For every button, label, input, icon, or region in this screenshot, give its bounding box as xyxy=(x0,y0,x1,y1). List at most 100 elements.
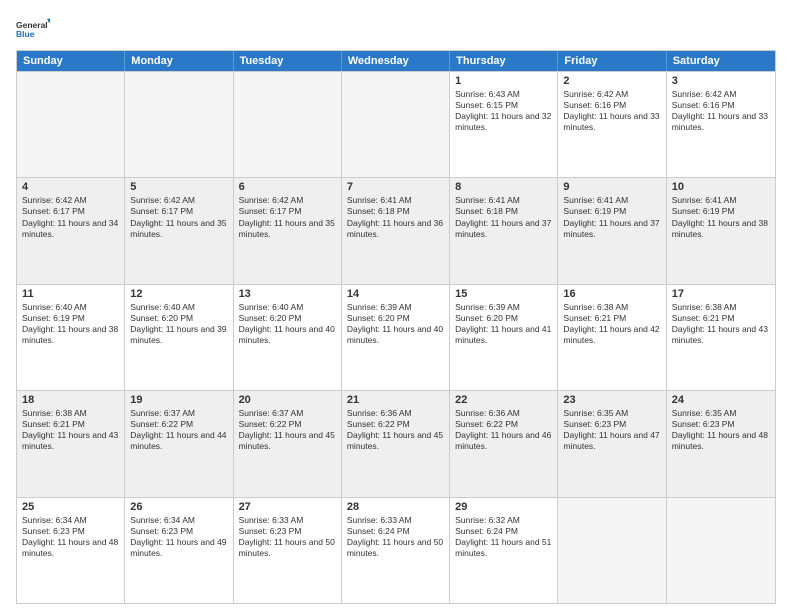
cell-day-number: 21 xyxy=(347,394,444,406)
cell-info: Sunrise: 6:36 AMSunset: 6:22 PMDaylight:… xyxy=(347,408,444,452)
cal-cell xyxy=(667,498,775,603)
cal-cell: 10 Sunrise: 6:41 AMSunset: 6:19 PMDayligh… xyxy=(667,178,775,283)
cell-info: Sunrise: 6:39 AMSunset: 6:20 PMDaylight:… xyxy=(347,302,444,346)
cal-cell: 11 Sunrise: 6:40 AMSunset: 6:19 PMDayligh… xyxy=(17,285,125,390)
logo-svg: General Blue xyxy=(16,12,50,46)
cell-info: Sunrise: 6:38 AMSunset: 6:21 PMDaylight:… xyxy=(672,302,770,346)
cal-cell: 9 Sunrise: 6:41 AMSunset: 6:19 PMDaylight… xyxy=(558,178,666,283)
cal-header-cell-wednesday: Wednesday xyxy=(342,51,450,71)
cell-info: Sunrise: 6:41 AMSunset: 6:18 PMDaylight:… xyxy=(347,195,444,239)
cal-cell: 8 Sunrise: 6:41 AMSunset: 6:18 PMDaylight… xyxy=(450,178,558,283)
cell-info: Sunrise: 6:40 AMSunset: 6:19 PMDaylight:… xyxy=(22,302,119,346)
cell-day-number: 19 xyxy=(130,394,227,406)
cell-info: Sunrise: 6:33 AMSunset: 6:23 PMDaylight:… xyxy=(239,515,336,559)
cal-cell: 5Sunrise: 6:42 AMSunset: 6:17 PMDaylight… xyxy=(125,178,233,283)
logo: General Blue xyxy=(16,12,50,46)
cal-header-cell-sunday: Sunday xyxy=(17,51,125,71)
cal-cell: 27 Sunrise: 6:33 AMSunset: 6:23 PMDayligh… xyxy=(234,498,342,603)
cal-cell xyxy=(234,72,342,177)
cell-day-number: 27 xyxy=(239,501,336,513)
cell-day-number: 3 xyxy=(672,75,770,87)
cal-row-3: 18Sunrise: 6:38 AMSunset: 6:21 PMDayligh… xyxy=(17,390,775,496)
cal-cell: 14 Sunrise: 6:39 AMSunset: 6:20 PMDayligh… xyxy=(342,285,450,390)
cal-cell: 17 Sunrise: 6:38 AMSunset: 6:21 PMDayligh… xyxy=(667,285,775,390)
cal-row-4: 25 Sunrise: 6:34 AMSunset: 6:23 PMDayligh… xyxy=(17,497,775,603)
cell-day-number: 2 xyxy=(563,75,660,87)
cell-day-number: 8 xyxy=(455,181,552,193)
calendar: SundayMondayTuesdayWednesdayThursdayFrid… xyxy=(16,50,776,604)
cell-info: Sunrise: 6:35 AMSunset: 6:23 PMDaylight:… xyxy=(672,408,770,452)
cell-day-number: 11 xyxy=(22,288,119,300)
cell-info: Sunrise: 6:42 AMSunset: 6:16 PMDaylight:… xyxy=(563,89,660,133)
cal-cell: 23 Sunrise: 6:35 AMSunset: 6:23 PMDayligh… xyxy=(558,391,666,496)
calendar-body: 1Sunrise: 6:43 AMSunset: 6:15 PMDaylight… xyxy=(17,71,775,603)
cal-header-cell-tuesday: Tuesday xyxy=(234,51,342,71)
cal-header-cell-friday: Friday xyxy=(558,51,666,71)
cell-info: Sunrise: 6:33 AMSunset: 6:24 PMDaylight:… xyxy=(347,515,444,559)
cal-cell: 2 Sunrise: 6:42 AMSunset: 6:16 PMDaylight… xyxy=(558,72,666,177)
cal-cell: 21 Sunrise: 6:36 AMSunset: 6:22 PMDayligh… xyxy=(342,391,450,496)
cell-info: Sunrise: 6:41 AMSunset: 6:19 PMDaylight:… xyxy=(672,195,770,239)
cell-day-number: 9 xyxy=(563,181,660,193)
cell-day-number: 1 xyxy=(455,75,552,87)
cell-info: Sunrise: 6:41 AMSunset: 6:18 PMDaylight:… xyxy=(455,195,552,239)
cal-cell: 12 Sunrise: 6:40 AMSunset: 6:20 PMDayligh… xyxy=(125,285,233,390)
cell-info: Sunrise: 6:36 AMSunset: 6:22 PMDaylight:… xyxy=(455,408,552,452)
cell-info: Sunrise: 6:37 AMSunset: 6:22 PMDaylight:… xyxy=(239,408,336,452)
cell-info: Sunrise: 6:40 AMSunset: 6:20 PMDaylight:… xyxy=(130,302,227,346)
cal-row-1: 4 Sunrise: 6:42 AMSunset: 6:17 PMDaylight… xyxy=(17,177,775,283)
cell-info: Sunrise: 6:35 AMSunset: 6:23 PMDaylight:… xyxy=(563,408,660,452)
cal-cell: 1Sunrise: 6:43 AMSunset: 6:15 PMDaylight… xyxy=(450,72,558,177)
page: General Blue SundayMondayTuesdayWednesda… xyxy=(0,0,792,612)
cell-info: Sunrise: 6:39 AMSunset: 6:20 PMDaylight:… xyxy=(455,302,552,346)
svg-text:Blue: Blue xyxy=(16,29,35,39)
cal-cell: 22 Sunrise: 6:36 AMSunset: 6:22 PMDayligh… xyxy=(450,391,558,496)
cal-cell: 4Sunrise: 6:42 AMSunset: 6:17 PMDaylight… xyxy=(17,178,125,283)
cal-cell: 16Sunrise: 6:38 AMSunset: 6:21 PMDayligh… xyxy=(558,285,666,390)
cal-cell: 29Sunrise: 6:32 AMSunset: 6:24 PMDayligh… xyxy=(450,498,558,603)
cell-day-number: 12 xyxy=(130,288,227,300)
cell-day-number: 18 xyxy=(22,394,119,406)
cell-day-number: 4 xyxy=(22,181,119,193)
cell-day-number: 10 xyxy=(672,181,770,193)
cal-cell xyxy=(558,498,666,603)
cell-day-number: 13 xyxy=(239,288,336,300)
cal-cell: 28 Sunrise: 6:33 AMSunset: 6:24 PMDayligh… xyxy=(342,498,450,603)
cell-day-number: 17 xyxy=(672,288,770,300)
cal-cell: 6Sunrise: 6:42 AMSunset: 6:17 PMDaylight… xyxy=(234,178,342,283)
cell-day-number: 25 xyxy=(22,501,119,513)
cell-day-number: 29 xyxy=(455,501,552,513)
cal-cell: 18Sunrise: 6:38 AMSunset: 6:21 PMDayligh… xyxy=(17,391,125,496)
cell-day-number: 7 xyxy=(347,181,444,193)
cell-day-number: 28 xyxy=(347,501,444,513)
cell-info: Sunrise: 6:34 AMSunset: 6:23 PMDaylight:… xyxy=(130,515,227,559)
cell-info: Sunrise: 6:41 AMSunset: 6:19 PMDaylight:… xyxy=(563,195,660,239)
header: General Blue xyxy=(16,12,776,46)
cal-cell: 15 Sunrise: 6:39 AMSunset: 6:20 PMDayligh… xyxy=(450,285,558,390)
cell-day-number: 15 xyxy=(455,288,552,300)
cell-day-number: 6 xyxy=(239,181,336,193)
cal-cell: 3 Sunrise: 6:42 AMSunset: 6:16 PMDaylight… xyxy=(667,72,775,177)
cal-cell: 13 Sunrise: 6:40 AMSunset: 6:20 PMDayligh… xyxy=(234,285,342,390)
cell-info: Sunrise: 6:40 AMSunset: 6:20 PMDaylight:… xyxy=(239,302,336,346)
cell-day-number: 16 xyxy=(563,288,660,300)
cell-day-number: 14 xyxy=(347,288,444,300)
cell-info: Sunrise: 6:34 AMSunset: 6:23 PMDaylight:… xyxy=(22,515,119,559)
cell-day-number: 20 xyxy=(239,394,336,406)
cell-day-number: 22 xyxy=(455,394,552,406)
cal-row-0: 1Sunrise: 6:43 AMSunset: 6:15 PMDaylight… xyxy=(17,71,775,177)
svg-text:General: General xyxy=(16,20,48,30)
cal-cell xyxy=(342,72,450,177)
cell-day-number: 23 xyxy=(563,394,660,406)
cal-cell: 24 Sunrise: 6:35 AMSunset: 6:23 PMDayligh… xyxy=(667,391,775,496)
cal-cell xyxy=(17,72,125,177)
cell-info: Sunrise: 6:37 AMSunset: 6:22 PMDaylight:… xyxy=(130,408,227,452)
cell-info: Sunrise: 6:42 AMSunset: 6:16 PMDaylight:… xyxy=(672,89,770,133)
cal-header-cell-monday: Monday xyxy=(125,51,233,71)
cal-header-cell-thursday: Thursday xyxy=(450,51,558,71)
cal-cell: 19 Sunrise: 6:37 AMSunset: 6:22 PMDayligh… xyxy=(125,391,233,496)
cal-cell: 26Sunrise: 6:34 AMSunset: 6:23 PMDayligh… xyxy=(125,498,233,603)
cell-info: Sunrise: 6:42 AMSunset: 6:17 PMDaylight:… xyxy=(130,195,227,239)
calendar-header: SundayMondayTuesdayWednesdayThursdayFrid… xyxy=(17,51,775,71)
cell-day-number: 24 xyxy=(672,394,770,406)
